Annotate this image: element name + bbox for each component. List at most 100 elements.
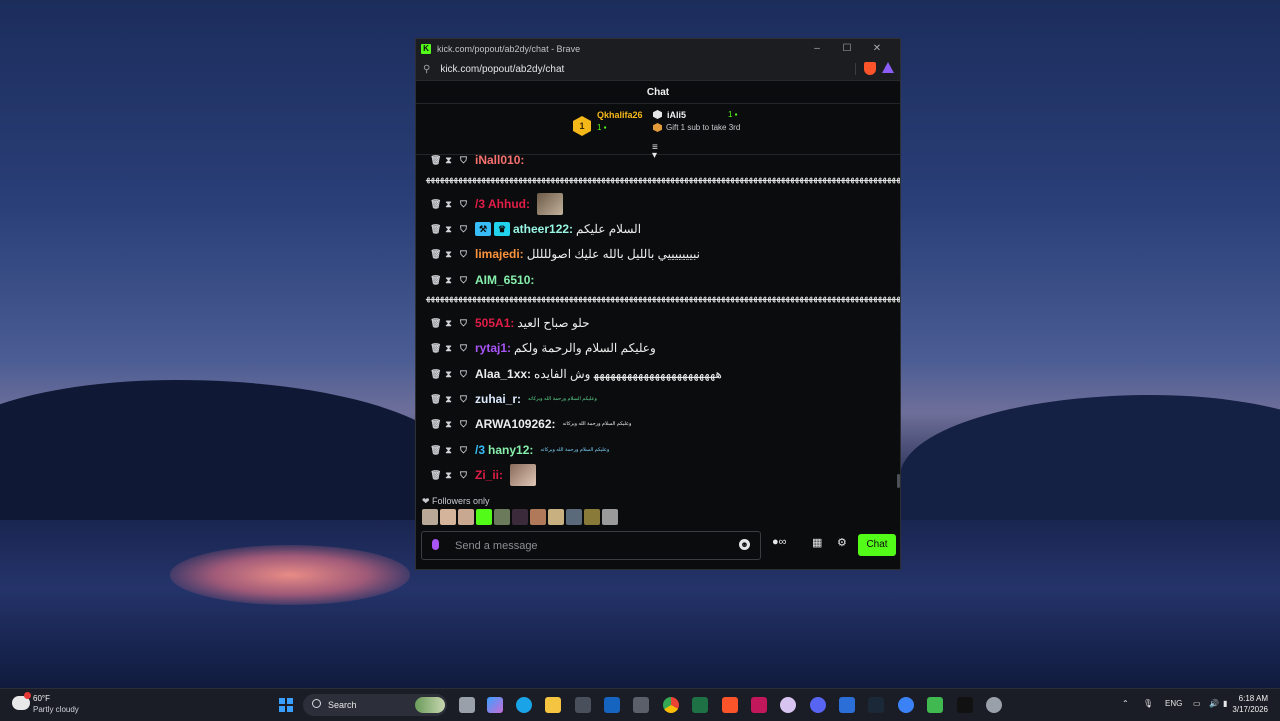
timeout-icon[interactable]: ⧗ [445, 318, 452, 329]
delete-icon[interactable]: 🗑 [430, 419, 441, 430]
app-icon[interactable] [633, 697, 649, 713]
quick-emote[interactable] [602, 509, 618, 525]
timeout-icon[interactable]: ⧗ [445, 275, 452, 286]
app-icon[interactable] [986, 697, 1002, 713]
task-view-icon[interactable] [459, 697, 475, 713]
timeout-icon[interactable]: ⧗ [445, 470, 452, 481]
timeout-icon[interactable]: ⧗ [445, 249, 452, 260]
weather-description[interactable]: Partly cloudy [33, 705, 79, 714]
chat-username[interactable]: zuhai_r: [475, 392, 521, 406]
ban-icon[interactable]: ⛉ [460, 369, 467, 380]
chat-scrollbar[interactable] [897, 474, 900, 488]
quick-emote[interactable] [566, 509, 582, 525]
chat-username[interactable]: 505A1: [475, 316, 514, 330]
delete-icon[interactable]: 🗑 [430, 224, 441, 235]
quick-emote[interactable] [476, 509, 492, 525]
chat-username[interactable]: Alaa_1xx: [475, 367, 531, 381]
app-icon[interactable] [927, 697, 943, 713]
ban-icon[interactable]: ⛉ [460, 343, 467, 354]
chat-username[interactable]: hany12: [488, 443, 533, 457]
leaderboard-first-name[interactable]: Qkhalifa26 [597, 110, 643, 120]
delete-icon[interactable]: 🗑 [430, 199, 441, 210]
show-hidden-icons[interactable]: ⌃ [1122, 699, 1129, 708]
store-icon[interactable]: ▦ [812, 536, 822, 549]
quick-emote[interactable] [422, 509, 438, 525]
edge-icon[interactable] [516, 697, 532, 713]
delete-icon[interactable]: 🗑 [430, 394, 441, 405]
clock-date[interactable]: 3/17/2026 [1232, 705, 1268, 714]
timeout-icon[interactable]: ⧗ [445, 343, 452, 354]
input-language[interactable]: ENG [1165, 699, 1182, 708]
message-input[interactable]: Send a message ☻ [421, 531, 761, 560]
timeout-icon[interactable]: ⧗ [445, 419, 452, 430]
delete-icon[interactable]: 🗑 [430, 155, 441, 166]
chat-username[interactable]: Zi_ii: [475, 468, 503, 482]
quick-emote[interactable] [584, 509, 600, 525]
chat-username[interactable]: limajedi: [475, 247, 524, 261]
delete-icon[interactable]: 🗑 [430, 249, 441, 260]
chat-username[interactable]: iNall010: [475, 154, 524, 167]
file-explorer-icon[interactable] [545, 697, 561, 713]
network-icon[interactable]: ▭ [1193, 699, 1201, 708]
quick-emote[interactable] [512, 509, 528, 525]
brave-shield-icon[interactable] [864, 62, 876, 75]
settings-gear-icon[interactable]: ⚙ [837, 536, 847, 549]
battery-icon[interactable]: ▮ [1223, 699, 1227, 708]
chat-username[interactable]: AIM_6510: [475, 273, 534, 287]
chat-username[interactable]: Ahhud: [488, 197, 530, 211]
discord-icon[interactable] [810, 697, 826, 713]
outlook-icon[interactable] [604, 697, 620, 713]
app-icon[interactable] [957, 697, 973, 713]
app-icon[interactable] [751, 697, 767, 713]
channel-points-icon[interactable]: ●∞ [772, 536, 787, 548]
microphone-icon[interactable] [432, 539, 439, 550]
volume-icon[interactable]: 🔊 [1209, 699, 1219, 708]
start-button[interactable] [279, 698, 293, 712]
quick-emote[interactable] [440, 509, 456, 525]
maximize-button[interactable]: ☐ [832, 39, 862, 58]
app-icon[interactable] [898, 697, 914, 713]
microphone-tray-icon[interactable]: 🎙 [1143, 699, 1153, 708]
app-icon[interactable] [780, 697, 796, 713]
ban-icon[interactable]: ⛉ [460, 318, 467, 329]
title-bar[interactable]: K kick.com/popout/ab2dy/chat - Brave – ☐… [416, 39, 900, 58]
microsoft-store-icon[interactable] [575, 697, 591, 713]
ban-icon[interactable]: ⛉ [460, 419, 467, 430]
brave-icon[interactable] [722, 697, 738, 713]
copilot-icon[interactable] [487, 697, 503, 713]
quick-emote[interactable] [458, 509, 474, 525]
close-button[interactable]: ✕ [862, 39, 892, 58]
delete-icon[interactable]: 🗑 [430, 470, 441, 481]
timeout-icon[interactable]: ⧗ [445, 199, 452, 210]
url-text[interactable]: kick.com/popout/ab2dy/chat [440, 64, 564, 75]
minimize-button[interactable]: – [802, 39, 832, 58]
timeout-icon[interactable]: ⧗ [445, 155, 452, 166]
excel-icon[interactable] [692, 697, 708, 713]
timeout-icon[interactable]: ⧗ [445, 394, 452, 405]
delete-icon[interactable]: 🗑 [430, 275, 441, 286]
ban-icon[interactable]: ⛉ [460, 224, 467, 235]
steam-icon[interactable] [868, 697, 884, 713]
delete-icon[interactable]: 🗑 [430, 318, 441, 329]
chat-username[interactable]: ARWA109262: [475, 417, 555, 431]
clock-time[interactable]: 6:18 AM [1239, 694, 1268, 703]
delete-icon[interactable]: 🗑 [430, 445, 441, 456]
quick-emote[interactable] [494, 509, 510, 525]
ban-icon[interactable]: ⛉ [460, 394, 467, 405]
ban-icon[interactable]: ⛉ [460, 249, 467, 260]
app-icon[interactable] [839, 697, 855, 713]
site-settings-icon[interactable]: ⚲ [423, 64, 430, 75]
timeout-icon[interactable]: ⧗ [445, 445, 452, 456]
weather-temperature[interactable]: 60°F [33, 694, 50, 703]
ban-icon[interactable]: ⛉ [460, 470, 467, 481]
address-bar[interactable]: ⚲ kick.com/popout/ab2dy/chat [416, 58, 900, 81]
timeout-icon[interactable]: ⧗ [445, 369, 452, 380]
chat-username[interactable]: atheer122: [513, 222, 573, 236]
delete-icon[interactable]: 🗑 [430, 343, 441, 354]
chrome-icon[interactable] [663, 697, 679, 713]
ban-icon[interactable]: ⛉ [460, 155, 467, 166]
send-chat-button[interactable]: Chat [858, 534, 896, 556]
taskbar-search[interactable]: Search [303, 694, 447, 716]
ban-icon[interactable]: ⛉ [460, 275, 467, 286]
delete-icon[interactable]: 🗑 [430, 369, 441, 380]
